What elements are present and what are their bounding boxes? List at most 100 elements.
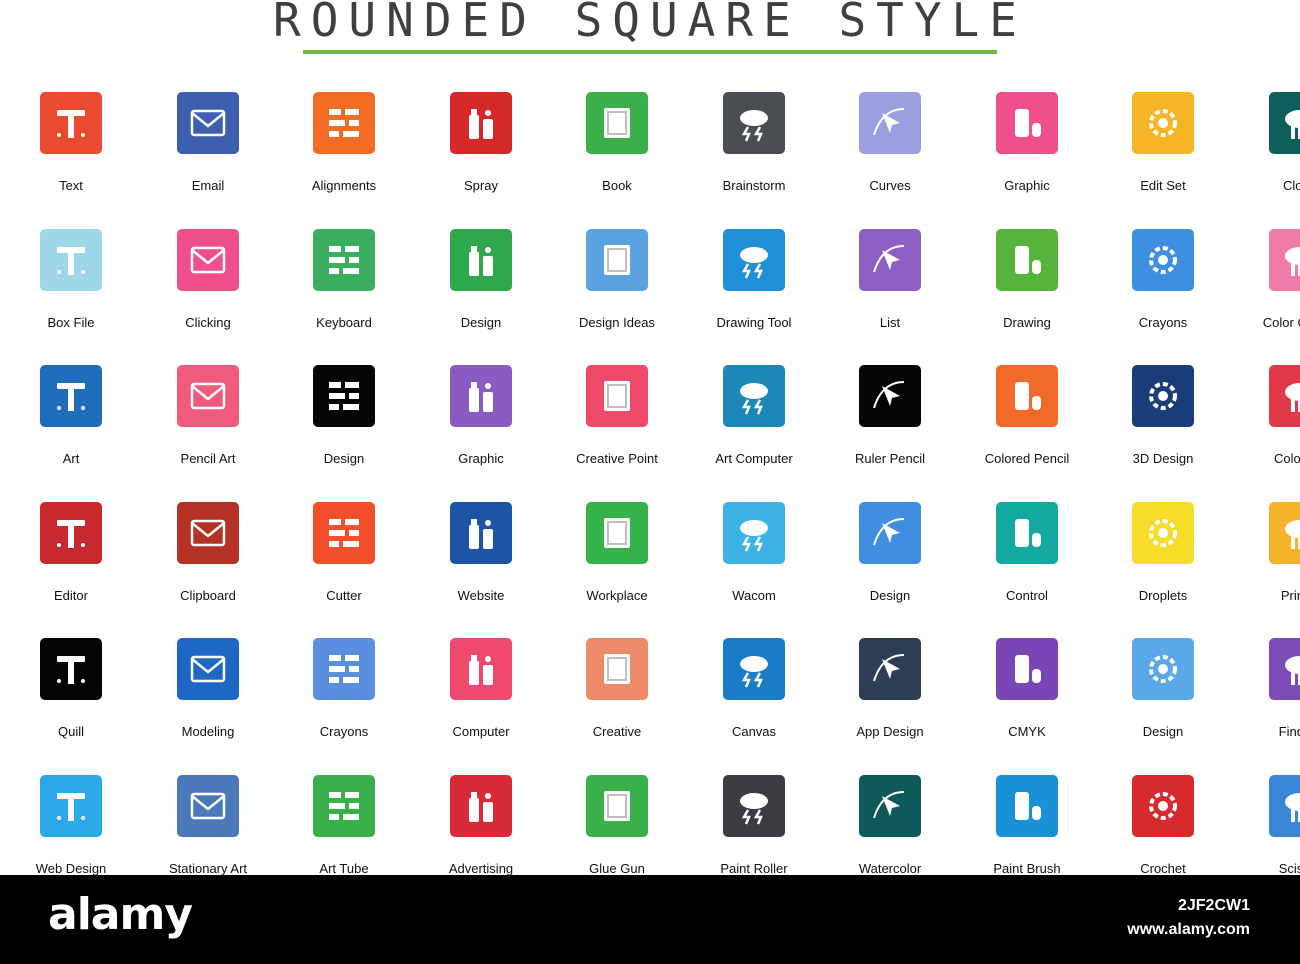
icon-card: Wacom — [686, 502, 822, 622]
icon-label: App Design — [856, 724, 924, 739]
icon-card: Curves — [822, 92, 958, 212]
watercolor-palette-icon — [859, 775, 921, 837]
icon-card: Colored Pencil — [959, 365, 1095, 485]
printer-icon — [1269, 502, 1300, 564]
icon-card: App Design — [822, 638, 958, 758]
eye-monitor-icon — [450, 775, 512, 837]
text-tool-icon — [40, 92, 102, 154]
pencil-cup-icon — [996, 365, 1058, 427]
site-url: www.alamy.com — [1127, 921, 1250, 938]
paint-roller-icon — [723, 775, 785, 837]
web-brush-icon — [40, 775, 102, 837]
icon-label: Scissor — [1278, 861, 1300, 876]
scissor-icon — [1269, 775, 1300, 837]
icon-card: List — [822, 229, 958, 349]
icon-card: Design — [1095, 638, 1231, 758]
icon-label: Cloud — [1283, 178, 1300, 193]
laptop-leaf-icon — [723, 365, 785, 427]
icon-card: Workplace — [549, 502, 685, 622]
icon-card: Clipboard — [140, 502, 276, 622]
hand-click-icon — [177, 229, 239, 291]
icon-label: Crochet — [1140, 861, 1186, 876]
pinwheel-icon — [996, 229, 1058, 291]
icon-label: Cutter — [326, 588, 362, 603]
icon-card: Alignments — [276, 92, 412, 212]
icon-label: Art Tube — [319, 861, 369, 876]
icon-label: Design — [460, 315, 502, 330]
icon-label: Graphic — [458, 451, 504, 466]
icon-label: Ruler Pencil — [854, 451, 926, 466]
icon-card: Art Computer — [686, 365, 822, 485]
cube-3d-icon — [1132, 365, 1194, 427]
icon-label: Watercolor — [858, 861, 922, 876]
icon-label: Printer — [1280, 588, 1300, 603]
glue-gun-icon — [586, 775, 648, 837]
brand-logo: alamy — [48, 889, 193, 940]
monitor-pens-icon — [450, 229, 512, 291]
icon-label: Keyboard — [316, 315, 372, 330]
icon-card: Text — [3, 92, 139, 212]
cursor-curve-icon — [859, 92, 921, 154]
icon-card: Art — [3, 365, 139, 485]
icon-card: Printer — [1232, 502, 1300, 622]
icon-card: Edit Set — [1095, 92, 1231, 212]
icon-card: Droplets — [1095, 502, 1231, 622]
icon-label: Color Circles — [1262, 315, 1300, 330]
laptop-cube-icon — [177, 638, 239, 700]
icon-label: Spray — [464, 178, 498, 193]
bulb-pencil-icon — [177, 365, 239, 427]
icon-label: Finding — [1278, 724, 1300, 739]
quill-ink-icon — [40, 638, 102, 700]
icon-card: Book — [549, 92, 685, 212]
icon-label: Paint Brush — [993, 861, 1061, 876]
icon-label: Crayons — [319, 724, 369, 739]
icon-card: Drawing Tool — [686, 229, 822, 349]
icon-card: Canvas — [686, 638, 822, 758]
icon-label: Glue Gun — [589, 861, 645, 876]
icon-label: Email — [191, 178, 225, 193]
icon-label: Design — [869, 588, 911, 603]
pyramid-icon — [859, 502, 921, 564]
icon-card: CMYK — [959, 638, 1095, 758]
icon-card: Drawing — [959, 229, 1095, 349]
icon-label: Clicking — [185, 315, 231, 330]
gear-target-icon — [1132, 92, 1194, 154]
book-icon — [586, 92, 648, 154]
icon-card: Graphic — [413, 365, 549, 485]
icon-label: Computer — [452, 724, 510, 739]
icon-card: Pencil Art — [140, 365, 276, 485]
canvas-easel-icon — [723, 638, 785, 700]
paint-tube-icon — [313, 775, 375, 837]
icon-card: Creative Point — [549, 365, 685, 485]
icon-label: Alignments — [311, 178, 377, 193]
icon-label: Workplace — [586, 588, 648, 603]
icon-grid: Text Email Alignments Spray Book Brainstorm Cu… — [0, 0, 1300, 876]
icon-label: Art Computer — [715, 451, 793, 466]
easel-board-icon — [177, 502, 239, 564]
icon-card: Modeling — [140, 638, 276, 758]
icon-card: Design Ideas — [549, 229, 685, 349]
crochet-hooks-icon — [1132, 775, 1194, 837]
icon-label: Design — [1142, 724, 1184, 739]
icon-label: Droplets — [1138, 588, 1188, 603]
box-search-icon — [1269, 638, 1300, 700]
icon-label: Pencil Art — [180, 451, 236, 466]
icon-card: Finding — [1232, 638, 1300, 758]
icon-label: Control — [1006, 588, 1048, 603]
tablet-pen-icon — [723, 502, 785, 564]
icon-label: Curves — [869, 178, 911, 193]
cmyk-monitor-icon — [996, 638, 1058, 700]
icon-card: Cutter — [276, 502, 412, 622]
ink-bottles-icon — [1269, 365, 1300, 427]
keyboard-icon — [313, 229, 375, 291]
sliders-icon — [996, 502, 1058, 564]
crayon-box-icon — [1132, 229, 1194, 291]
icon-card: Crayons — [276, 638, 412, 758]
icon-label: Editor — [54, 588, 88, 603]
icon-label: Creative Point — [576, 451, 658, 466]
cloud-tools-icon — [1269, 92, 1300, 154]
droplets-icon — [1132, 502, 1194, 564]
icon-card: Box File — [3, 229, 139, 349]
icon-card: Clicking — [140, 229, 276, 349]
icon-card: Graphic — [959, 92, 1095, 212]
